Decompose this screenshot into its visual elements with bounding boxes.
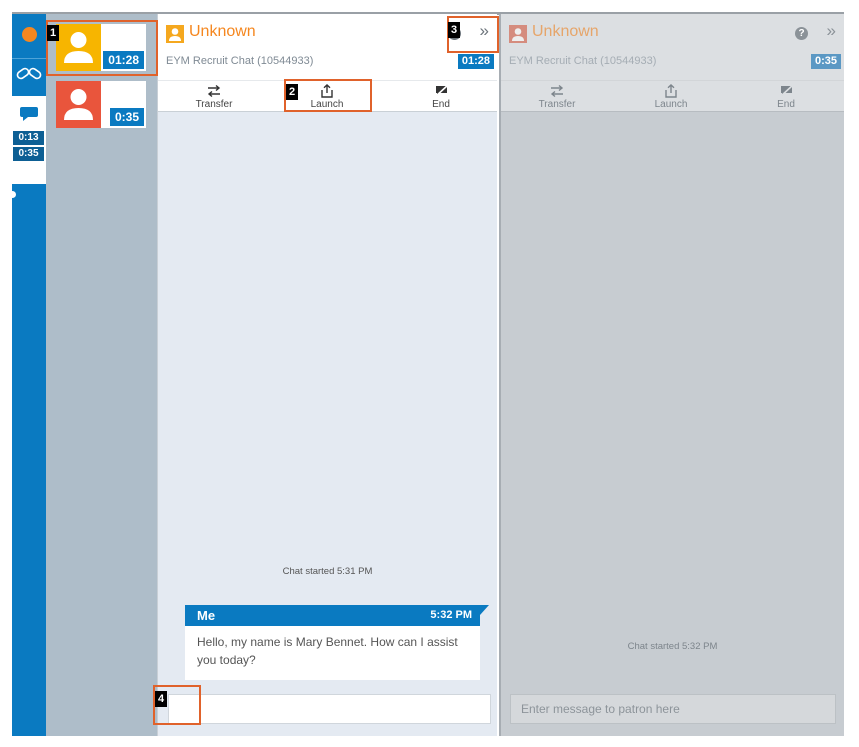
inactive-chat-pane: Unknown EYM Recruit Chat (10544933) 0:35… [499, 14, 844, 736]
chat-toolbar: Transfer Launch End [501, 80, 844, 112]
chat-started-label: Chat started 5:32 PM [627, 641, 718, 652]
message-header: Me 5:32 PM [185, 605, 489, 626]
end-chat-icon [385, 81, 497, 99]
chat-bubble-icon [19, 105, 39, 128]
help-icon[interactable]: ? [795, 27, 808, 40]
transfer-label: Transfer [195, 99, 233, 110]
chat-subtitle: EYM Recruit Chat (10544933) [166, 55, 314, 67]
chat-message: Me 5:32 PM Hello, my name is Mary Bennet… [185, 605, 489, 680]
message-tail [480, 605, 489, 615]
status-indicator-icon[interactable] [22, 27, 37, 42]
queue-item[interactable]: 0:35 [56, 81, 146, 128]
rail-handle[interactable] [9, 191, 16, 198]
active-chat-pane: Unknown EYM Recruit Chat (10544933) 01:2… [157, 14, 497, 736]
end-label: End [432, 99, 450, 110]
transfer-button[interactable]: Transfer [501, 81, 613, 112]
patron-name: Unknown [189, 23, 256, 40]
patron-name: Unknown [532, 23, 599, 40]
left-rail: 0:13 0:35 [9, 14, 46, 736]
user-icon [166, 25, 184, 43]
message-body: Hello, my name is Mary Bennet. How can I… [185, 626, 480, 680]
avatar [56, 81, 101, 128]
chats-section[interactable]: 0:13 0:35 [12, 96, 46, 184]
queue-item[interactable]: 01:28 [56, 24, 146, 71]
launch-icon [615, 81, 727, 99]
message-input[interactable]: Enter message to patron here [510, 694, 836, 724]
launch-label: Launch [310, 99, 344, 110]
queue-timer: 01:28 [103, 51, 144, 69]
chat-subtitle: EYM Recruit Chat (10544933) [509, 55, 657, 67]
chat-toolbar: Transfer Launch End [158, 80, 497, 112]
annotation-number: 1 [47, 25, 59, 41]
annotation-number: 3 [448, 22, 460, 38]
end-label: End [777, 99, 795, 110]
chat-timer-badge: 0:13 [13, 131, 44, 145]
annotation-number: 4 [155, 691, 167, 707]
chat-queue: 01:28 0:35 [46, 14, 157, 736]
expand-icon[interactable]: » [480, 21, 489, 41]
message-sender: Me [197, 608, 216, 623]
transfer-icon [501, 81, 613, 99]
launch-button[interactable]: Launch [615, 81, 727, 112]
transfer-label: Transfer [538, 99, 576, 110]
app-frame: 0:13 0:35 01:28 0:35 Unknown EYM Recruit… [0, 0, 859, 747]
chat-timer-badge: 0:35 [13, 147, 44, 161]
user-icon [509, 25, 527, 43]
chat-header: Unknown EYM Recruit Chat (10544933) 01:2… [158, 14, 497, 80]
rail-divider [12, 58, 46, 59]
chat-timer: 0:35 [810, 54, 841, 69]
annotation-number: 2 [286, 84, 298, 100]
end-button[interactable]: End [385, 81, 497, 112]
end-chat-icon [730, 81, 842, 99]
launch-label: Launch [654, 99, 688, 110]
transfer-icon [158, 81, 270, 99]
expand-icon[interactable]: » [827, 21, 836, 41]
transfer-button[interactable]: Transfer [158, 81, 270, 112]
chat-started-label: Chat started 5:31 PM [282, 566, 373, 577]
queue-timer: 0:35 [109, 108, 144, 126]
end-button[interactable]: End [730, 81, 842, 112]
message-input[interactable] [168, 694, 491, 724]
message-time: 5:32 PM [430, 609, 472, 621]
avatar [56, 24, 101, 71]
chat-header: Unknown EYM Recruit Chat (10544933) 0:35… [501, 14, 844, 80]
link-icon[interactable] [14, 60, 44, 88]
chat-timer: 01:28 [457, 54, 494, 69]
